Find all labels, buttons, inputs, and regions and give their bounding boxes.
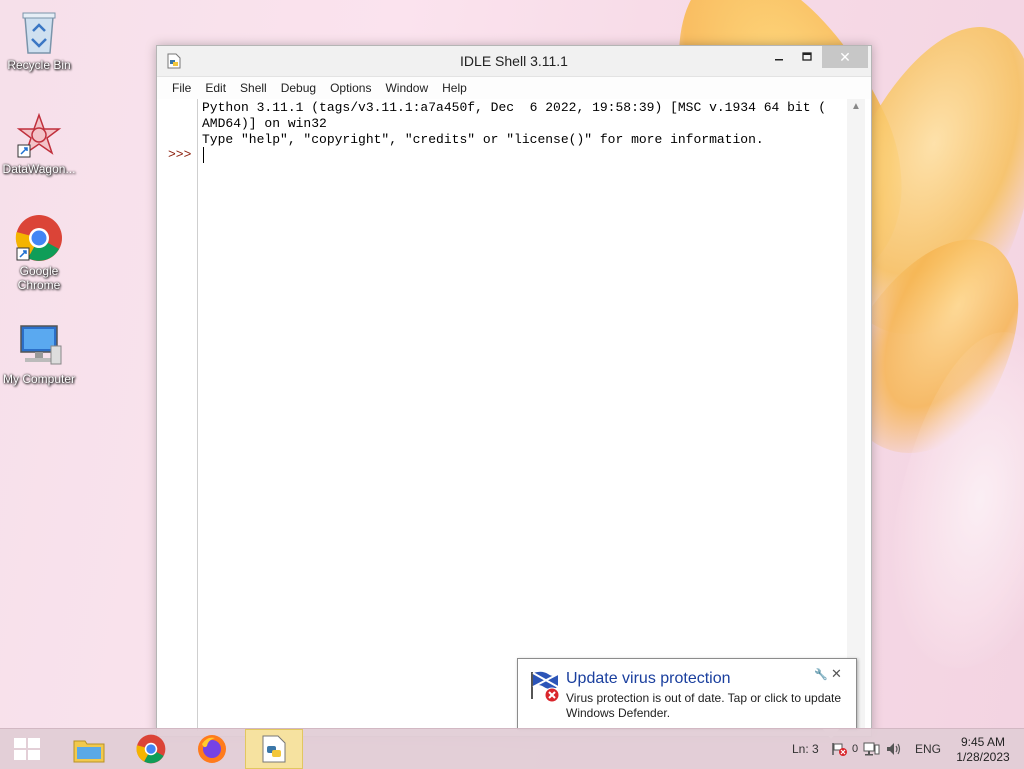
output-line: Python 3.11.1 (tags/v3.11.1:a7a450f, Dec… xyxy=(202,100,827,115)
chrome-icon xyxy=(136,734,166,764)
menu-help[interactable]: Help xyxy=(435,81,474,95)
python-file-icon xyxy=(262,735,286,763)
clock-time: 9:45 AM xyxy=(960,735,1006,749)
notification-toast[interactable]: Update virus protection Virus protection… xyxy=(517,658,857,730)
desktop-icon-label: Google Chrome xyxy=(17,264,61,292)
vertical-scrollbar[interactable]: ▲ xyxy=(847,99,865,731)
volume-icon[interactable] xyxy=(885,729,903,769)
start-button[interactable] xyxy=(14,738,40,765)
desktop-icon-label: Recycle Bin xyxy=(7,58,71,72)
defender-flag-icon xyxy=(528,669,562,708)
folder-icon xyxy=(73,740,105,763)
taskbar-file-explorer[interactable] xyxy=(60,729,118,769)
desktop-icon-my-computer[interactable]: My Computer xyxy=(0,322,78,386)
menu-bar: File Edit Shell Debug Options Window Hel… xyxy=(157,77,871,99)
minimize-icon xyxy=(775,59,783,61)
idle-shell-window[interactable]: IDLE Shell 3.11.1 ✕ File Edit Shell Debu… xyxy=(156,45,872,737)
notification-title: Update virus protection xyxy=(566,670,731,687)
pin-icon[interactable]: 🔧 xyxy=(814,668,828,681)
window-title: IDLE Shell 3.11.1 xyxy=(460,53,568,69)
taskbar-firefox[interactable] xyxy=(183,729,241,769)
close-button[interactable]: ✕ xyxy=(822,46,868,68)
desktop-icon-recycle-bin[interactable]: Recycle Bin xyxy=(0,8,78,72)
shell-editor[interactable]: >>> Python 3.11.1 (tags/v3.11.1:a7a450f,… xyxy=(165,99,865,731)
menu-debug[interactable]: Debug xyxy=(274,81,323,95)
shell-prompt: >>> xyxy=(168,147,192,162)
datawagon-icon xyxy=(15,112,63,160)
recycle-bin-icon xyxy=(15,8,63,56)
text-cursor xyxy=(203,147,204,163)
prompt-gutter: >>> xyxy=(165,99,198,731)
menu-shell[interactable]: Shell xyxy=(233,81,274,95)
maximize-icon xyxy=(802,52,812,61)
close-icon: ✕ xyxy=(839,48,851,65)
scroll-up-icon[interactable]: ▲ xyxy=(851,101,861,112)
clock-date: 1/28/2023 xyxy=(956,750,1010,764)
menu-file[interactable]: File xyxy=(165,81,198,95)
network-icon[interactable] xyxy=(862,729,880,769)
computer-icon xyxy=(15,322,63,370)
desktop-icon-label: DataWagon... xyxy=(2,162,76,176)
maximize-button[interactable] xyxy=(793,46,821,68)
desktop-icon-label: My Computer xyxy=(2,372,76,386)
taskbar-clock[interactable]: 9:45 AM 1/28/2023 xyxy=(948,735,1018,765)
menu-edit[interactable]: Edit xyxy=(198,81,233,95)
shell-output[interactable]: Python 3.11.1 (tags/v3.11.1:a7a450f, Dec… xyxy=(202,99,847,732)
chrome-icon xyxy=(15,214,63,262)
menu-options[interactable]: Options xyxy=(323,81,378,95)
language-indicator[interactable]: ENG xyxy=(915,729,941,769)
output-line: AMD64)] on win32 xyxy=(202,116,327,131)
notification-close-button[interactable]: ✕ xyxy=(831,666,842,682)
menu-window[interactable]: Window xyxy=(378,81,435,95)
action-center-icon[interactable] xyxy=(830,729,850,769)
taskbar-idle[interactable] xyxy=(245,729,303,769)
tray-count: 0 xyxy=(852,743,859,755)
minimize-button[interactable] xyxy=(765,46,793,68)
taskbar-chrome[interactable] xyxy=(122,729,180,769)
notification-body: Virus protection is out of date. Tap or … xyxy=(566,691,842,720)
desktop-icon-google-chrome[interactable]: Google Chrome xyxy=(0,214,78,292)
taskbar: Ln: 3 0 ENG 9:45 AM 1/28/2023 xyxy=(0,728,1024,769)
desktop-icon-datawagon[interactable]: DataWagon... xyxy=(0,112,78,176)
output-line: Type "help", "copyright", "credits" or "… xyxy=(202,132,764,147)
firefox-icon xyxy=(198,735,226,763)
status-text: Ln: 3 xyxy=(792,742,819,756)
title-bar[interactable]: IDLE Shell 3.11.1 ✕ xyxy=(157,46,871,77)
windows-logo-icon xyxy=(14,738,40,760)
